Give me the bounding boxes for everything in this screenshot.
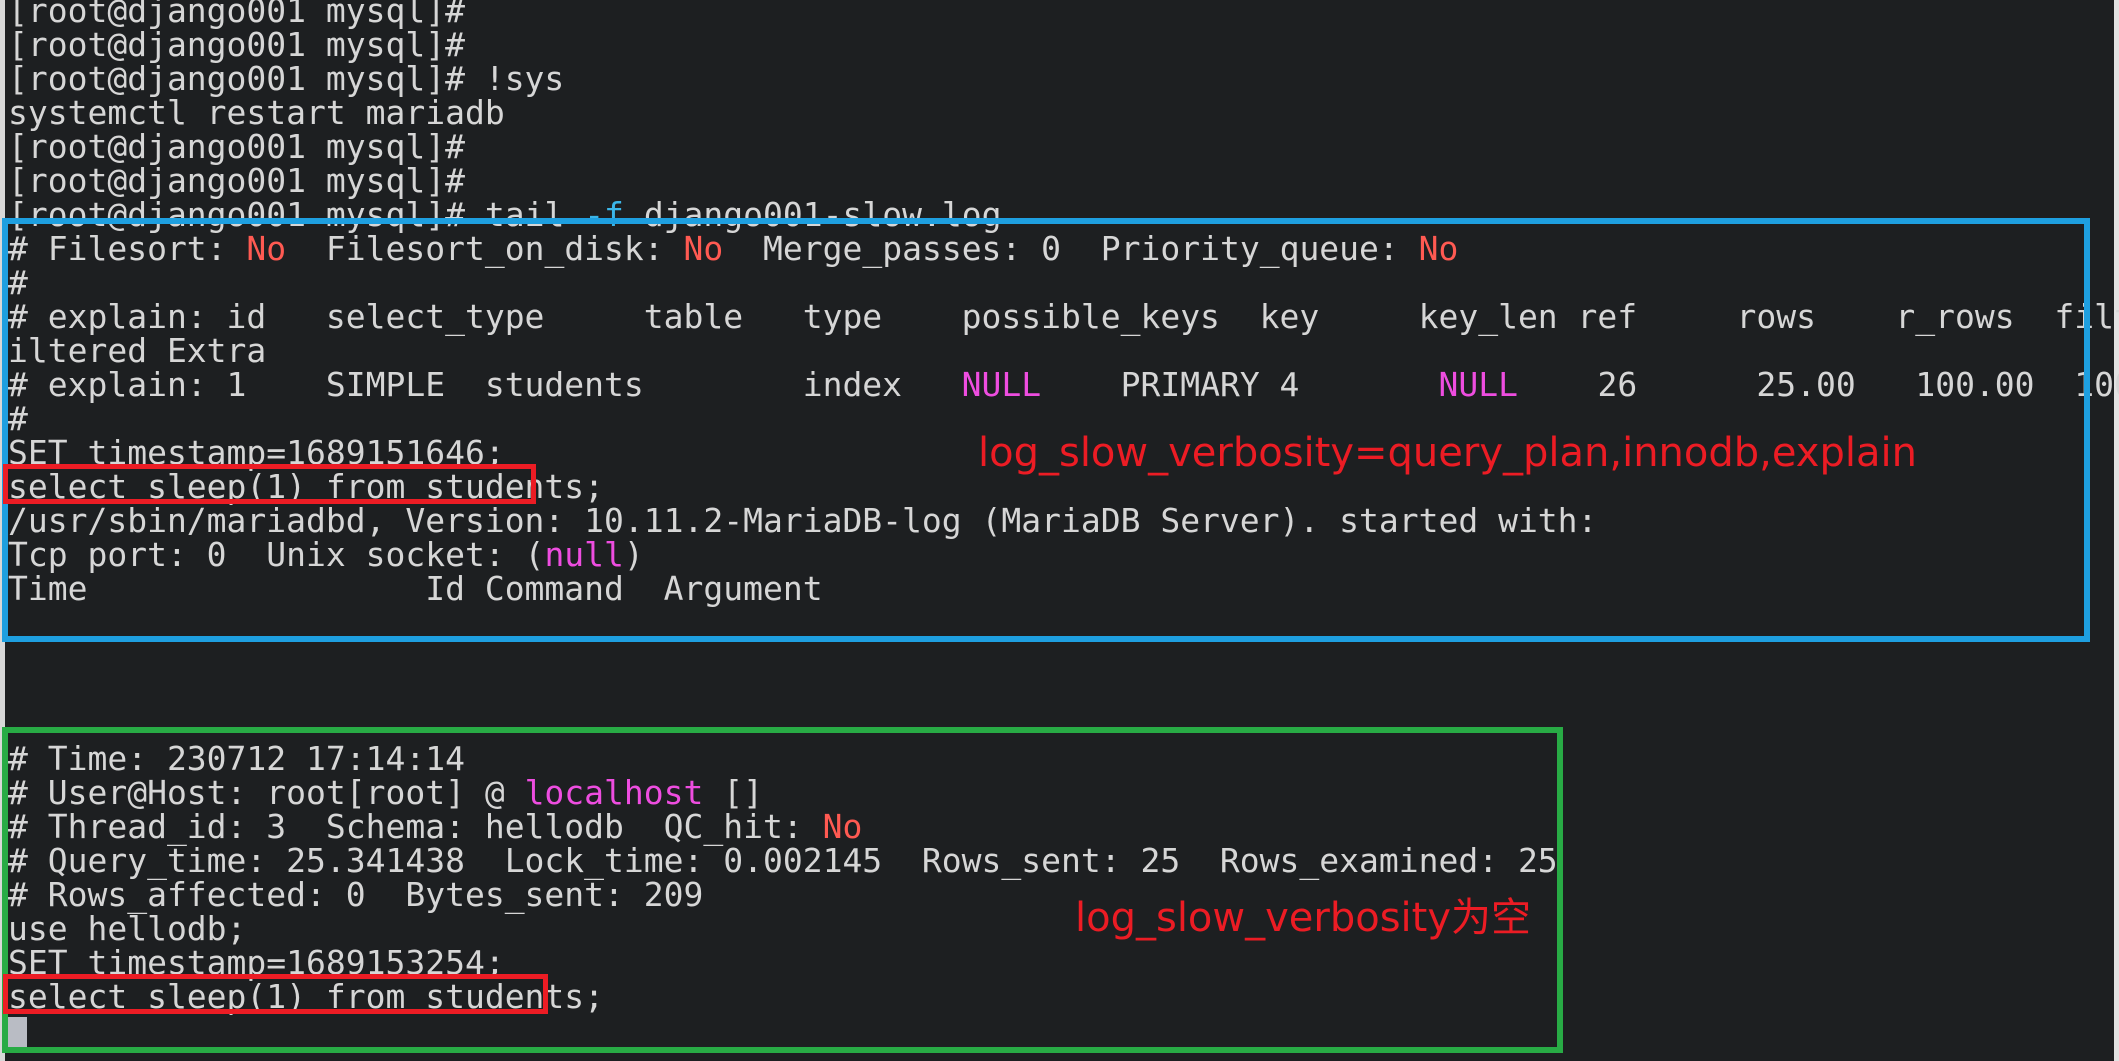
explain-ref-null: NULL — [1439, 365, 1518, 404]
comment-line: # — [8, 402, 28, 436]
server-banner-line: /usr/sbin/mariadbd, Version: 10.11.2-Mar… — [8, 504, 1597, 538]
terminal-line: [root@django001 mysql]# — [8, 0, 465, 28]
terminal-line: [root@django001 mysql]# !sys — [8, 62, 564, 96]
slowlog-rows-affected-line: # Rows_affected: 0 Bytes_sent: 209 — [8, 878, 703, 912]
explain-header-row-1: # explain: id select_type table type pos… — [8, 300, 2119, 334]
slow-query-line-verbose: select sleep(1) from students; — [8, 470, 604, 504]
slowlog-query-time-line: # Query_time: 25.341438 Lock_time: 0.002… — [8, 844, 1558, 878]
terminal-line-tail-command: [root@django001 mysql]# tail -f django00… — [8, 198, 1001, 232]
window-left-edge — [0, 0, 5, 1061]
terminal-line: [root@django001 mysql]# — [8, 28, 465, 62]
set-timestamp-line-plain: SET timestamp=1689153254; — [8, 946, 505, 980]
explain-header-row-2: iltered Extra — [8, 334, 266, 368]
slowlog-time-line: # Time: 230712 17:14:14 — [8, 742, 465, 776]
general-log-columns-line: Time Id Command Argument — [8, 572, 823, 606]
set-timestamp-line-verbose: SET timestamp=1689151646; — [8, 436, 505, 470]
terminal-line: systemctl restart mariadb — [8, 96, 505, 130]
slowlog-user-host-line: # User@Host: root[root] @ localhost [] — [8, 776, 763, 810]
filesort-value: No — [246, 229, 286, 268]
tcp-port-line: Tcp port: 0 Unix socket: (null) — [8, 538, 644, 572]
terminal-line: [root@django001 mysql]# — [8, 164, 465, 198]
terminal-window[interactable]: [root@django001 mysql]# [root@django001 … — [0, 0, 2119, 1061]
slowlog-thread-line: # Thread_id: 3 Schema: hellodb QC_hit: N… — [8, 810, 862, 844]
explain-data-row: # explain: 1 SIMPLE students index NULL … — [8, 368, 2119, 402]
slow-query-line-plain: select sleep(1) from students; — [8, 980, 604, 1014]
annotation-log-slow-verbosity-empty: log_slow_verbosity为空 — [1075, 885, 1531, 943]
annotation-log-slow-verbosity-set: log_slow_verbosity=query_plan,innodb,exp… — [978, 430, 1917, 476]
filesort-on-disk-value: No — [684, 229, 724, 268]
use-database-line: use hellodb; — [8, 912, 246, 946]
priority-queue-value: No — [1419, 229, 1459, 268]
terminal-output[interactable]: [root@django001 mysql]# [root@django001 … — [8, 0, 2114, 1061]
terminal-cursor — [8, 1017, 27, 1047]
comment-line: # — [8, 266, 28, 300]
terminal-line: [root@django001 mysql]# — [8, 130, 465, 164]
explain-possible-keys-null: NULL — [962, 365, 1041, 404]
filesort-line: # Filesort: No Filesort_on_disk: No Merg… — [8, 232, 1458, 266]
window-right-edge — [2114, 0, 2119, 1061]
